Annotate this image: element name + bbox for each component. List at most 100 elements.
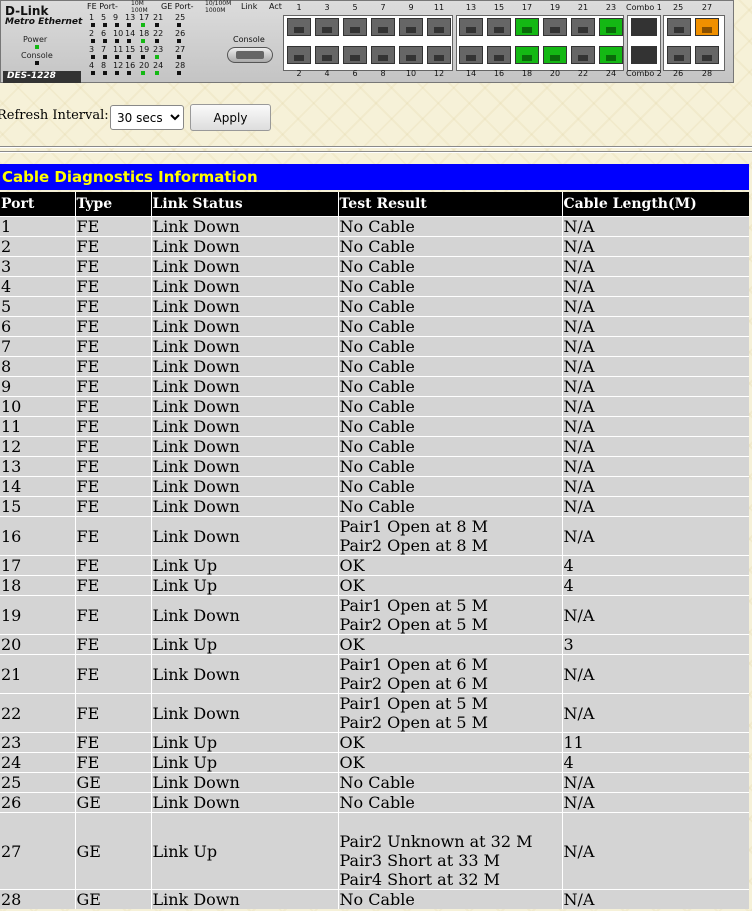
port-cell: 15 [0,496,75,517]
port-led-icon [91,23,95,27]
test-result-cell: No Cable [337,256,562,277]
ethernet-port-icon [515,46,539,64]
cable-length-cell: N/A [561,693,749,733]
port-cell: 16 [0,516,75,556]
column-header: Link Status [150,192,338,217]
port-led-icon [127,23,131,27]
test-result-cell: No Cable [337,476,562,497]
type-cell: FE [74,236,151,257]
test-result-cell: No Cable [337,316,562,337]
port-led-icon [155,23,159,27]
port-led-icon [177,39,181,43]
combo-2-port-number: 26 [673,69,684,78]
test-result-cell: No Cable [337,456,562,477]
port-cell: 14 [0,476,75,497]
port-led-icon [103,39,107,43]
link-status-cell: Link Down [150,316,338,337]
table-row: 9 FE Link Down No Cable N/A [0,376,749,397]
ethernet-port-icon [599,18,623,36]
port-cell: 19 [0,595,75,635]
port-cell: 24 [0,752,75,773]
table-row: 21 FE Link Down Pair1 Open at 6 M Pair2 Ope… [0,654,749,694]
port-led-icon [115,55,119,59]
port-number-label: 5 [352,3,358,12]
led-port-number: 13 [125,13,136,22]
model-strip: DES-1228 [3,71,81,83]
port-cell: 10 [0,396,75,417]
cable-length-cell: N/A [561,476,749,497]
port-number-label: 11 [433,3,445,12]
table-row: 28 GE Link Down No Cable N/A [0,889,749,909]
legend-ge-port: GE Port- [161,2,194,11]
port-number-label: 7 [380,3,386,12]
table-row: 27 GE Link Up Pair2 Unknown at 32 M Pair3 … [0,812,749,890]
table-row: 3 FE Link Down No Cable N/A [0,256,749,277]
type-cell: FE [74,216,151,237]
table-row: 25 GE Link Down No Cable N/A [0,772,749,793]
cable-length-cell: 4 [561,575,749,596]
port-led-icon [141,55,145,59]
port-led-icon [177,55,181,59]
table-row: 19 FE Link Down Pair1 Open at 5 M Pair2 Ope… [0,595,749,635]
refresh-interval-select[interactable]: 30 secs [110,105,184,130]
port-cell: 20 [0,634,75,655]
link-status-cell: Link Down [150,496,338,517]
led-port-number: 3 [89,45,95,54]
ethernet-port-icon [695,18,719,36]
cable-length-cell: 4 [561,555,749,576]
link-status-cell: Link Down [150,693,338,733]
console-port-label: Console [233,35,265,44]
cable-length-cell: N/A [561,396,749,417]
port-led-icon [141,23,145,27]
cable-diagnostics-table: Port Type Link Status Test Result Cable … [0,192,749,909]
ethernet-port-icon [399,46,423,64]
combo-1-label: Combo 1 [626,3,662,12]
port-number-label: 23 [605,3,617,12]
type-cell: FE [74,634,151,655]
divider [0,146,752,148]
cable-length-cell: N/A [561,296,749,317]
port-number-label: 22 [577,69,589,78]
link-status-cell: Link Down [150,595,338,635]
link-status-cell: Link Down [150,456,338,477]
link-status-cell: Link Up [150,752,338,773]
test-result-cell: No Cable [337,772,562,793]
ethernet-port-icon [343,18,367,36]
type-cell: FE [74,296,151,317]
port-cell: 3 [0,256,75,277]
link-status-cell: Link Up [150,732,338,753]
led-port-number: 4 [89,61,95,70]
led-port-number: 28 [175,61,186,70]
led-port-number: 17 [139,13,150,22]
brand-box: D-Link Metro Ethernet Power Console DES-… [3,3,82,83]
cable-length-cell: N/A [561,276,749,297]
cable-length-cell: N/A [561,356,749,377]
table-row: 12 FE Link Down No Cable N/A [0,436,749,457]
port-number-label: 24 [605,69,617,78]
port-cell: 9 [0,376,75,397]
link-status-cell: Link Up [150,812,338,890]
link-status-cell: Link Down [150,216,338,237]
type-cell: FE [74,654,151,694]
apply-button[interactable]: Apply [190,104,271,131]
port-cell: 23 [0,732,75,753]
port-cell: 18 [0,575,75,596]
type-cell: FE [74,316,151,337]
cable-length-cell: N/A [561,792,749,813]
test-result-cell: Pair1 Open at 5 M Pair2 Open at 5 M [337,693,562,733]
port-number-label: 13 [465,3,477,12]
port-number-label: 2 [296,69,302,78]
cable-length-cell: N/A [561,336,749,357]
port-led-icon [127,71,131,75]
led-port-number: 11 [113,45,124,54]
ethernet-port-icon [343,46,367,64]
link-status-cell: Link Down [150,296,338,317]
link-status-cell: Link Down [150,336,338,357]
led-port-number: 23 [153,45,164,54]
port-number-label: 21 [577,3,589,12]
led-port-number: 22 [153,29,164,38]
table-row: 17 FE Link Up OK 4 [0,555,749,576]
port-cell: 2 [0,236,75,257]
console-port-icon [227,47,273,63]
led-port-number: 9 [113,13,119,22]
